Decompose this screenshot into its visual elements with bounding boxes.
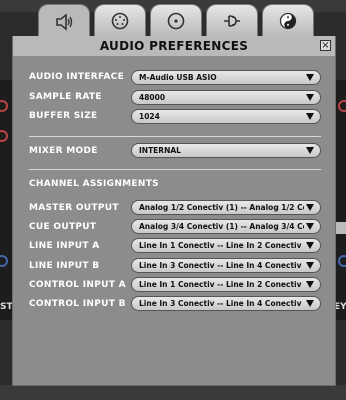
chevron-down-icon bbox=[306, 74, 314, 81]
tab-audio[interactable] bbox=[38, 4, 90, 39]
panel-header: AUDIO PREFERENCES × bbox=[13, 36, 335, 56]
dropdown-value: 48000 bbox=[139, 93, 166, 102]
dropdown-value: Line In 3 Conectiv -- Line In 4 Conectiv bbox=[139, 261, 302, 270]
disc-icon bbox=[167, 12, 185, 30]
control-input-a-dropdown[interactable]: Line In 1 Conectiv -- Line In 2 Conectiv bbox=[131, 277, 321, 292]
chevron-down-icon bbox=[306, 242, 314, 249]
divider bbox=[29, 136, 321, 137]
divider bbox=[29, 169, 321, 170]
audio-interface-label: AUDIO INTERFACE bbox=[29, 72, 125, 82]
background-app-bottom bbox=[0, 385, 346, 400]
buffer-size-label: BUFFER SIZE bbox=[29, 111, 98, 121]
buffer-size-dropdown[interactable]: 1024 bbox=[131, 109, 321, 124]
speaker-icon bbox=[56, 13, 73, 31]
midi-port-icon bbox=[111, 12, 129, 30]
master-output-label: MASTER OUTPUT bbox=[29, 203, 119, 213]
control-input-b-dropdown[interactable]: Line In 3 Conectiv -- Line In 4 Conectiv bbox=[131, 296, 321, 311]
chevron-down-icon bbox=[306, 300, 314, 307]
chevron-down-icon bbox=[306, 281, 314, 288]
line-input-b-dropdown[interactable]: Line In 3 Conectiv -- Line In 4 Conectiv bbox=[131, 258, 321, 273]
master-output-dropdown[interactable]: Analog 1/2 Conectiv (1) -- Analog 1/2 Co… bbox=[131, 200, 321, 215]
chevron-down-icon bbox=[306, 262, 314, 269]
plug-icon bbox=[224, 15, 240, 27]
channel-assignments-heading: CHANNEL ASSIGNMENTS bbox=[29, 179, 159, 189]
sample-rate-label: SAMPLE RATE bbox=[29, 92, 102, 102]
cue-output-label: CUE OUTPUT bbox=[29, 222, 97, 232]
control-input-b-label: CONTROL INPUT B bbox=[29, 299, 126, 309]
background-label: ST bbox=[0, 302, 13, 312]
control-input-a-label: CONTROL INPUT A bbox=[29, 280, 126, 290]
background-knob bbox=[338, 100, 346, 112]
yin-yang-icon bbox=[279, 12, 297, 30]
background-knob bbox=[0, 255, 8, 267]
dropdown-value: Line In 3 Conectiv -- Line In 4 Conectiv bbox=[139, 299, 302, 308]
dropdown-value: 1024 bbox=[139, 112, 160, 121]
cue-output-dropdown[interactable]: Analog 3/4 Conectiv (1) -- Analog 3/4 Co… bbox=[131, 219, 321, 234]
close-button[interactable]: × bbox=[320, 40, 331, 51]
chevron-down-icon bbox=[306, 147, 314, 154]
audio-preferences-panel: AUDIO PREFERENCES × AUDIO INTERFACE M-Au… bbox=[12, 36, 336, 386]
chevron-down-icon bbox=[306, 223, 314, 230]
chevron-down-icon bbox=[306, 94, 314, 101]
dropdown-value: Line In 1 Conectiv -- Line In 2 Conectiv bbox=[139, 280, 302, 289]
audio-interface-dropdown[interactable]: M-Audio USB ASIO bbox=[131, 70, 321, 85]
background-knob bbox=[0, 130, 8, 142]
mixer-mode-dropdown[interactable]: INTERNAL bbox=[131, 143, 321, 158]
chevron-down-icon bbox=[306, 113, 314, 120]
dropdown-value: M-Audio USB ASIO bbox=[139, 73, 217, 82]
dropdown-value: Analog 1/2 Conectiv (1) -- Analog 1/2 Co… bbox=[139, 203, 304, 212]
tab-midi[interactable] bbox=[94, 4, 146, 37]
dropdown-value: Analog 3/4 Conectiv (1) -- Analog 3/4 Co… bbox=[139, 222, 304, 231]
dropdown-value: INTERNAL bbox=[139, 146, 181, 155]
tab-yin-yang[interactable] bbox=[262, 4, 314, 37]
background-knob bbox=[338, 255, 346, 267]
chevron-down-icon bbox=[306, 204, 314, 211]
line-input-a-dropdown[interactable]: Line In 1 Conectiv -- Line In 2 Conectiv bbox=[131, 238, 321, 253]
line-input-a-label: LINE INPUT A bbox=[29, 241, 100, 251]
tab-disc[interactable] bbox=[150, 4, 202, 37]
page-title: AUDIO PREFERENCES bbox=[99, 39, 249, 53]
dropdown-value: Line In 1 Conectiv -- Line In 2 Conectiv bbox=[139, 241, 302, 250]
background-knob bbox=[0, 100, 8, 112]
tab-plug[interactable] bbox=[206, 4, 258, 37]
sample-rate-dropdown[interactable]: 48000 bbox=[131, 90, 321, 105]
line-input-b-label: LINE INPUT B bbox=[29, 261, 100, 271]
preferences-tabs bbox=[38, 4, 318, 39]
mixer-mode-label: MIXER MODE bbox=[29, 146, 98, 156]
